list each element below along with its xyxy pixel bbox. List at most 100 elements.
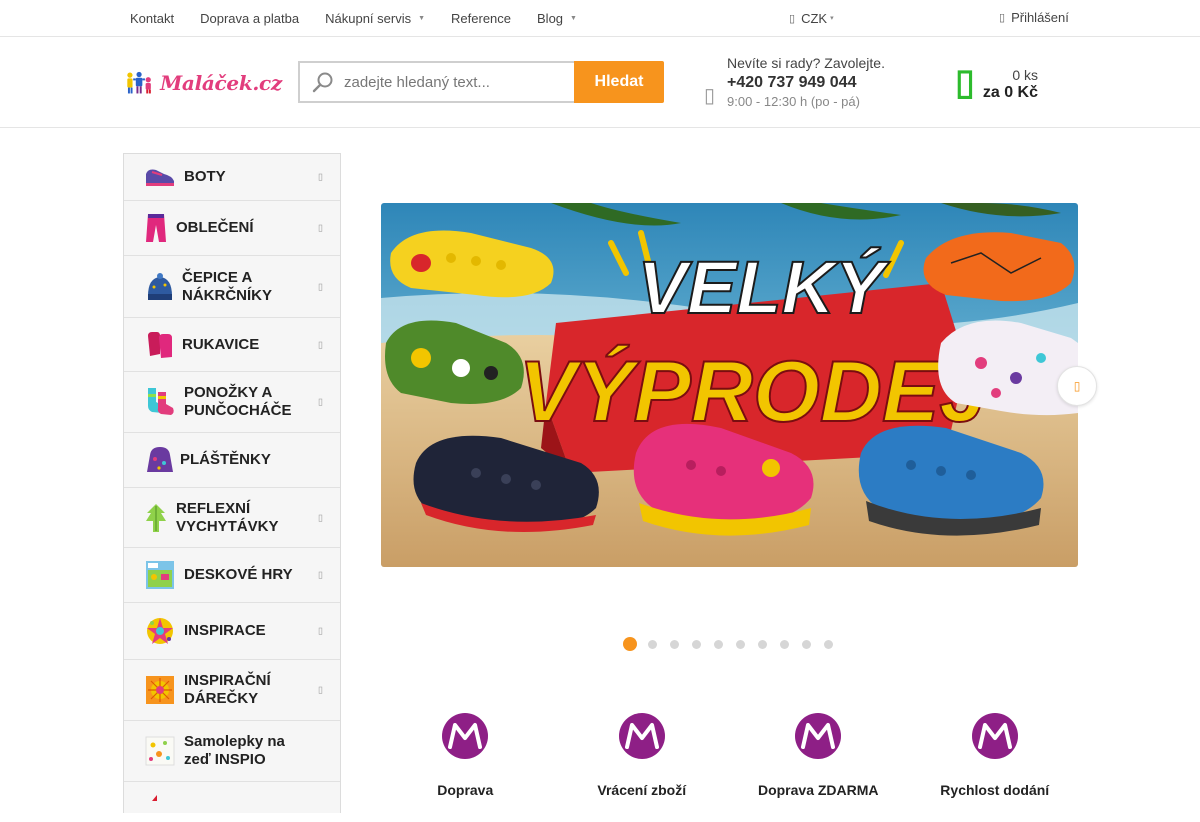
category-item-rukavice[interactable]: RUKAVICE ▯ (124, 318, 340, 372)
benefit-title: Rychlost dodání (940, 782, 1050, 798)
benefit-doprava[interactable]: Doprava (377, 712, 554, 802)
category-menu: BOTY ▯ OBLEČENÍ ▯ ČEPICE A NÁKRČNÍKY ▯ R… (123, 153, 341, 813)
slider-dot-active[interactable] (623, 637, 637, 651)
clog-orange (923, 232, 1075, 302)
slider-dot[interactable] (758, 639, 767, 649)
slider-dot[interactable] (736, 639, 745, 649)
benefit-doprava-zdarma[interactable]: Doprava ZDARMA (730, 712, 907, 802)
slider-dot[interactable] (824, 639, 833, 649)
clog-white-print (938, 320, 1078, 416)
slider-dot[interactable] (780, 639, 789, 649)
more-category-icon (144, 787, 176, 817)
cart-total: za 0 Kč (982, 84, 1038, 101)
gift-icon (144, 675, 176, 705)
nav-reference[interactable]: Reference (451, 11, 511, 26)
nav-nakupni-servis[interactable]: Nákupní servis ▼ (325, 11, 425, 26)
category-item-obleceni[interactable]: OBLEČENÍ ▯ (124, 201, 340, 256)
brand-m-icon (618, 713, 665, 759)
gloves-icon (144, 330, 176, 360)
category-label: REFLEXNÍ VYCHYTÁVKY (176, 499, 279, 535)
search-form: Hledat (298, 61, 664, 103)
site-header: Maláček.cz Hledat ▯ Nevíte si rady? Zavo… (0, 37, 1200, 128)
nav-kontakt[interactable]: Kontakt (130, 11, 174, 26)
pants-icon (144, 213, 168, 243)
slider-dot[interactable] (714, 639, 723, 649)
currency-selector[interactable]: ▯ CZK ▾ (789, 0, 834, 36)
brand-m-icon (442, 713, 489, 759)
chevron-right-icon: ▯ (318, 281, 323, 291)
chevron-down-icon: ▾ (830, 15, 834, 22)
slider-dot[interactable] (802, 639, 811, 649)
sticker-icon (144, 736, 176, 766)
shoe-icon (144, 162, 176, 192)
slider-dot[interactable] (670, 639, 679, 649)
cart-count: 0 ks (1012, 67, 1038, 83)
category-label: INSPIRACE (184, 622, 266, 639)
chevron-right-icon: ▯ (318, 396, 323, 407)
chevron-right-icon: ▯ (1073, 379, 1081, 393)
category-item-plastenky[interactable]: PLÁŠTĚNKY (124, 433, 340, 488)
benefit-rychlost-dodani[interactable]: Rychlost dodání (907, 712, 1084, 802)
chevron-right-icon: ▯ (318, 684, 323, 695)
currency-label: CZK (801, 10, 828, 26)
category-label: RUKAVICE (182, 335, 260, 353)
category-item-deskove-hry[interactable]: DESKOVÉ HRY ▯ (124, 548, 340, 603)
search-button[interactable]: Hledat (574, 61, 664, 103)
contact-hours: 9:00 - 12:30 h (po - pá) (727, 94, 860, 109)
top-navigation: Kontakt Doprava a platba Nákupní servis ▼… (130, 0, 603, 36)
search-input[interactable] (344, 73, 564, 91)
nav-blog[interactable]: Blog ▼ (537, 11, 577, 26)
nav-label: Blog (537, 10, 564, 26)
category-label: BOTY (184, 168, 226, 185)
category-label: PONOŽKY A PUNČOCHÁČE (184, 384, 292, 419)
chevron-down-icon: ▼ (570, 14, 577, 22)
category-item-ponozky[interactable]: PONOŽKY A PUNČOCHÁČE ▯ (124, 372, 340, 433)
logo-kids-icon (127, 71, 151, 94)
nav-label: Reference (451, 10, 512, 26)
category-item-inspiracni-darecky[interactable]: INSPIRAČNÍ DÁREČKY ▯ (124, 660, 340, 721)
promo-banner[interactable]: VELKÝ VÝPRODEJ (381, 203, 1078, 567)
board-game-icon (144, 560, 176, 590)
contact-phone[interactable]: +420 737 949 044 (727, 74, 856, 92)
category-item-boty[interactable]: BOTY ▯ (124, 154, 340, 201)
brand-m-icon (795, 713, 842, 759)
category-item-cepice[interactable]: ČEPICE A NÁKRČNÍKY ▯ (124, 256, 340, 318)
category-label: INSPIRAČNÍ DÁREČKY (184, 672, 271, 707)
logo-text: Maláček.cz (160, 71, 282, 95)
socks-icon (144, 387, 176, 417)
login-label: Přihlášení (1011, 9, 1069, 25)
benefit-title: Vrácení zboží (597, 782, 687, 798)
category-item-reflexni[interactable]: REFLEXNÍ VYCHYTÁVKY ▯ (124, 488, 340, 548)
benefit-title: Doprava (437, 782, 494, 798)
reflective-icon (144, 503, 168, 533)
search-field (298, 61, 574, 103)
cart-widget[interactable]: ▯ 0 ks za 0 Kč (955, 61, 1045, 107)
user-icon: ▯ (999, 11, 1006, 24)
chevron-right-icon: ▯ (318, 569, 323, 580)
benefit-vraceni-zbozi[interactable]: Vrácení zboží (554, 712, 731, 802)
category-item-more[interactable] (124, 782, 340, 822)
slider-dot[interactable] (692, 639, 701, 649)
hat-icon (144, 272, 176, 302)
slider-next-button[interactable]: ▯ (1057, 366, 1097, 406)
site-logo[interactable]: Maláček.cz (126, 65, 282, 101)
chevron-right-icon: ▯ (318, 512, 323, 522)
nav-doprava-a-platba[interactable]: Doprava a platba (200, 11, 299, 26)
banner-image: VELKÝ VÝPRODEJ (381, 203, 1078, 567)
chevron-right-icon: ▯ (318, 339, 323, 349)
category-item-inspirace[interactable]: INSPIRACE ▯ (124, 603, 340, 660)
currency-icon: ▯ (789, 12, 796, 25)
category-label: OBLEČENÍ (176, 219, 254, 236)
phone-icon: ▯ (704, 85, 716, 107)
chevron-right-icon: ▯ (318, 171, 323, 182)
chevron-right-icon: ▯ (318, 625, 323, 636)
slider-dot[interactable] (648, 639, 657, 649)
banner-headline-1: VELKÝ (638, 246, 890, 329)
chevron-right-icon: ▯ (318, 222, 323, 233)
nav-label: Doprava a platba (200, 10, 300, 26)
login-link[interactable]: ▯ Přihlášení (999, 0, 1069, 34)
search-icon (312, 72, 333, 93)
category-label: Samolepky na zeď INSPIO (184, 733, 285, 768)
contact-question: Nevíte si rady? Zavolejte. (727, 55, 885, 71)
category-item-samolepky[interactable]: Samolepky na zeď INSPIO (124, 721, 340, 782)
